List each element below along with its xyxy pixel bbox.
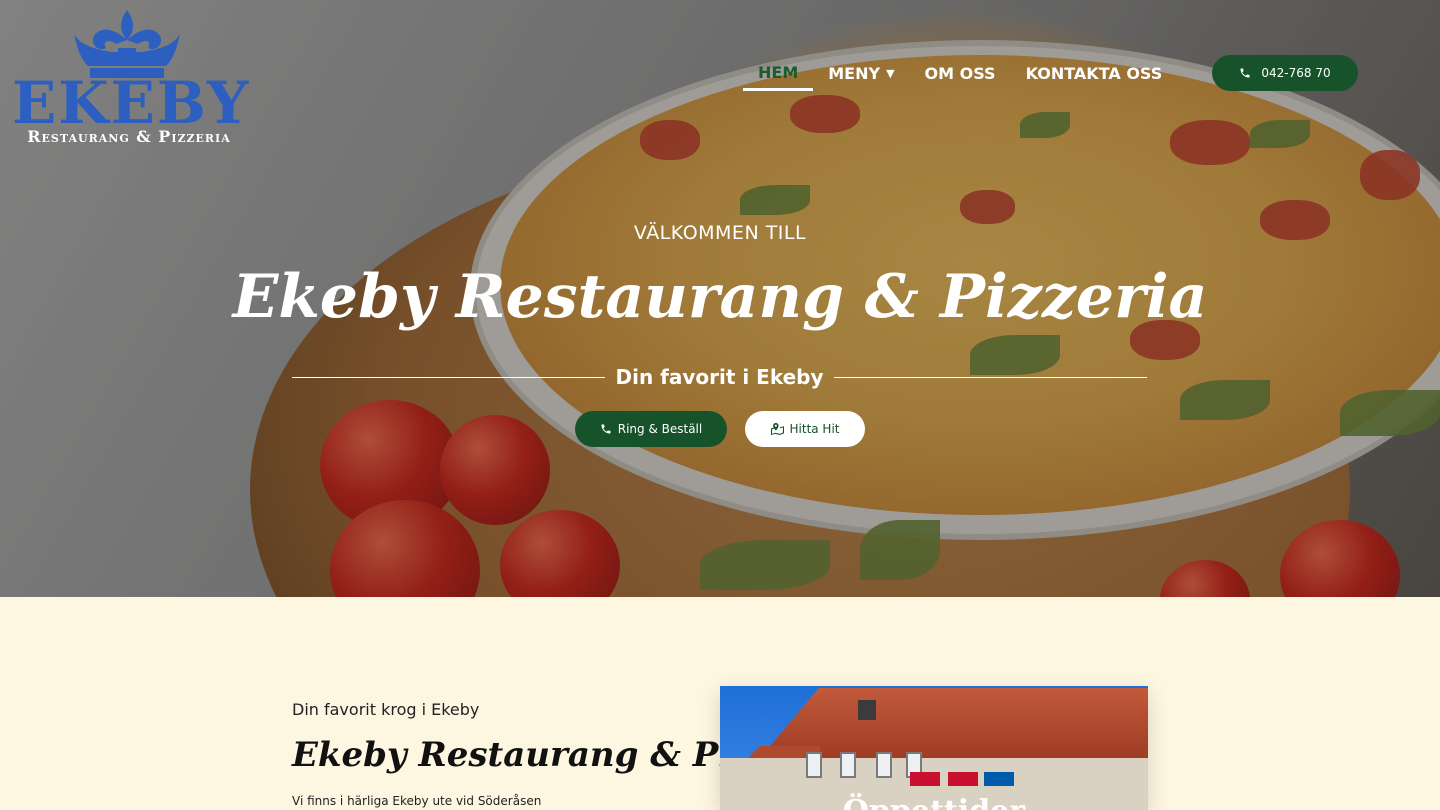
- caret-down-icon: ▼: [886, 67, 895, 80]
- logo-brand: EKEBY: [12, 69, 251, 137]
- flag-image: [948, 772, 978, 786]
- nav-item-om-oss[interactable]: OM OSS: [910, 57, 1011, 91]
- divider: [292, 376, 606, 378]
- divider: [833, 376, 1148, 378]
- find-us-label: Hitta Hit: [789, 422, 840, 436]
- call-order-button[interactable]: Ring & Beställ: [575, 411, 727, 447]
- window-image: [840, 752, 856, 778]
- nav-item-label: OM OSS: [924, 64, 996, 83]
- about-kicker: Din favorit krog i Ekeby: [292, 700, 480, 719]
- opening-hours-title: Öppettider: [720, 794, 1148, 810]
- phone-icon: [601, 424, 611, 434]
- nav-item-hem[interactable]: HEM: [743, 57, 814, 91]
- nav-item-kontakta-oss[interactable]: KONTAKTA OSS: [1011, 57, 1178, 91]
- find-us-button[interactable]: Hitta Hit: [745, 411, 865, 447]
- logo-tagline: Restaurang & Pizzeria: [27, 127, 231, 146]
- hero-title: Ekeby Restaurang & Pizzeria: [232, 262, 1208, 332]
- map-marker-icon: [770, 423, 784, 435]
- hero-subtitle: Din favorit i Ekeby: [615, 365, 824, 389]
- hero-welcome: VÄLKOMMEN TILL: [633, 222, 807, 244]
- call-order-label: Ring & Beställ: [617, 422, 703, 436]
- phone-icon: [1240, 68, 1250, 78]
- site-logo[interactable]: EKEBY Restaurang & Pizzeria: [12, 8, 251, 146]
- window-image: [806, 752, 822, 778]
- about-intro: Vi finns i härliga Ekeby ute vid Söderås…: [292, 794, 542, 808]
- window-image: [876, 752, 892, 778]
- phone-button[interactable]: 042-768 70: [1212, 55, 1358, 91]
- nav-item-label: HEM: [758, 62, 799, 82]
- nav-item-label: KONTAKTA OSS: [1025, 64, 1163, 83]
- nav-item-label: MENY: [828, 64, 881, 83]
- chimney-image: [858, 700, 876, 720]
- nav-item-meny[interactable]: MENY ▼: [813, 57, 909, 91]
- hero-subtitle-row: Din favorit i Ekeby: [292, 362, 1148, 392]
- flag-image: [984, 772, 1014, 786]
- main-nav: HEM MENY ▼ OM OSS KONTAKTA OSS: [743, 56, 1177, 92]
- phone-number: 042-768 70: [1261, 66, 1331, 80]
- flag-image: [910, 772, 940, 786]
- restaurant-photo: Öppettider: [720, 686, 1148, 810]
